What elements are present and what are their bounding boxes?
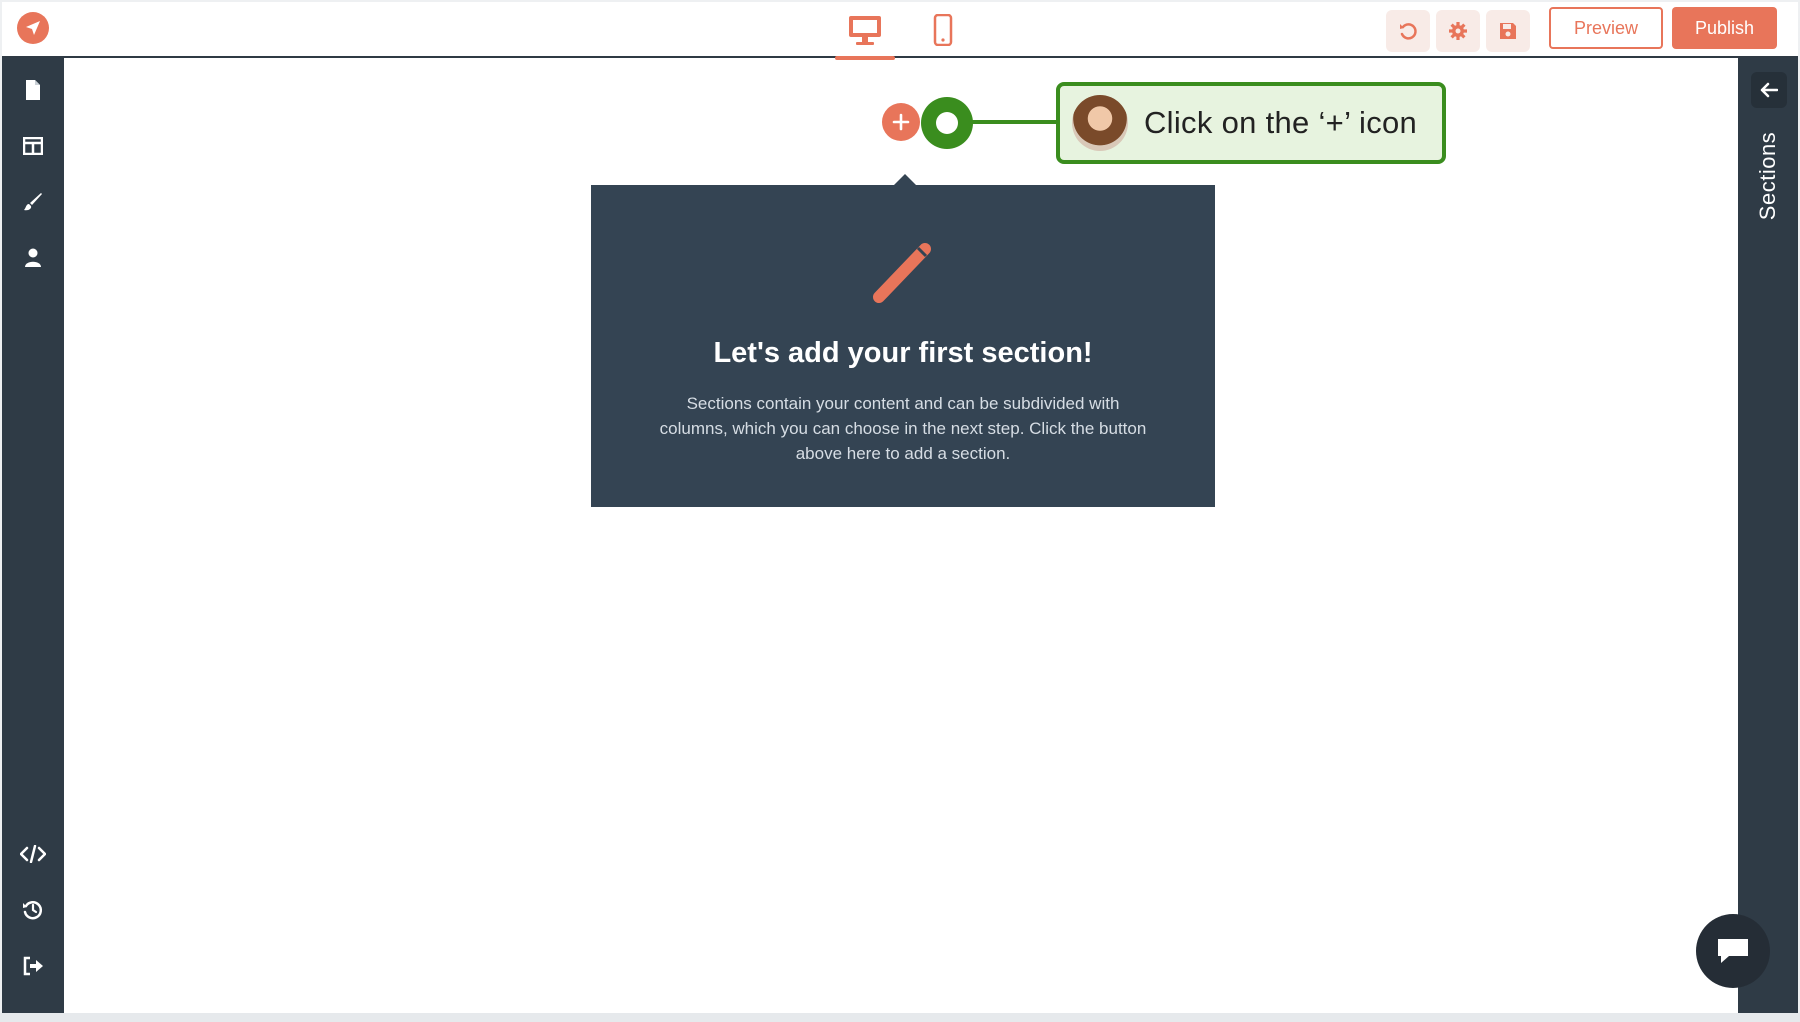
sections-panel: Sections (1738, 58, 1798, 1013)
arrow-left-icon (1760, 82, 1778, 98)
page-icon (26, 80, 40, 100)
guide-hotspot[interactable] (921, 97, 973, 149)
guide-connector (972, 120, 1058, 124)
undo-button[interactable] (1386, 10, 1430, 52)
layout-icon (23, 137, 43, 155)
preview-button[interactable]: Preview (1549, 7, 1663, 49)
code-icon (20, 845, 46, 863)
pencil-icon (873, 243, 931, 303)
top-bar: Preview Publish (2, 2, 1798, 60)
plus-icon (892, 113, 910, 131)
desktop-view-button[interactable] (835, 2, 895, 60)
save-icon (1500, 23, 1516, 39)
layout-button[interactable] (17, 130, 49, 162)
pages-button[interactable] (17, 74, 49, 106)
settings-button[interactable] (1436, 10, 1480, 52)
hotspot-center (936, 112, 958, 134)
add-section-button[interactable] (882, 103, 920, 141)
design-button[interactable] (17, 186, 49, 218)
bottom-strip (0, 1013, 1800, 1022)
logout-button[interactable] (17, 950, 49, 982)
logout-icon (23, 956, 43, 976)
logo-icon[interactable] (17, 12, 49, 44)
guide-callout-text: Click on the ‘+’ icon (1144, 105, 1418, 140)
mobile-view-button[interactable] (913, 2, 973, 58)
guide-callout: Click on the ‘+’ icon (1056, 82, 1446, 164)
history-icon (23, 901, 43, 920)
chat-button[interactable] (1696, 914, 1770, 988)
collapse-panel-button[interactable] (1751, 72, 1787, 108)
guide-avatar (1072, 95, 1128, 151)
editor-window: Preview Publish Sections Click on the ‘+… (2, 2, 1798, 1013)
history-button[interactable] (17, 894, 49, 926)
brush-icon (24, 193, 42, 211)
empty-state-panel: Let's add your first section! Sections c… (591, 185, 1215, 507)
empty-state-title: Let's add your first section! (713, 337, 1093, 369)
desktop-icon (849, 16, 881, 45)
chat-icon (1718, 939, 1748, 963)
sections-tab-label[interactable]: Sections (1755, 132, 1781, 220)
left-sidebar (2, 58, 64, 1013)
mobile-icon (933, 14, 953, 46)
account-button[interactable] (17, 242, 49, 274)
code-button[interactable] (17, 838, 49, 870)
gear-icon (1449, 22, 1467, 40)
publish-button[interactable]: Publish (1672, 7, 1777, 49)
user-icon (25, 248, 41, 267)
undo-icon (1400, 23, 1417, 40)
save-button[interactable] (1486, 10, 1530, 52)
empty-state-description: Sections contain your content and can be… (659, 394, 1147, 463)
